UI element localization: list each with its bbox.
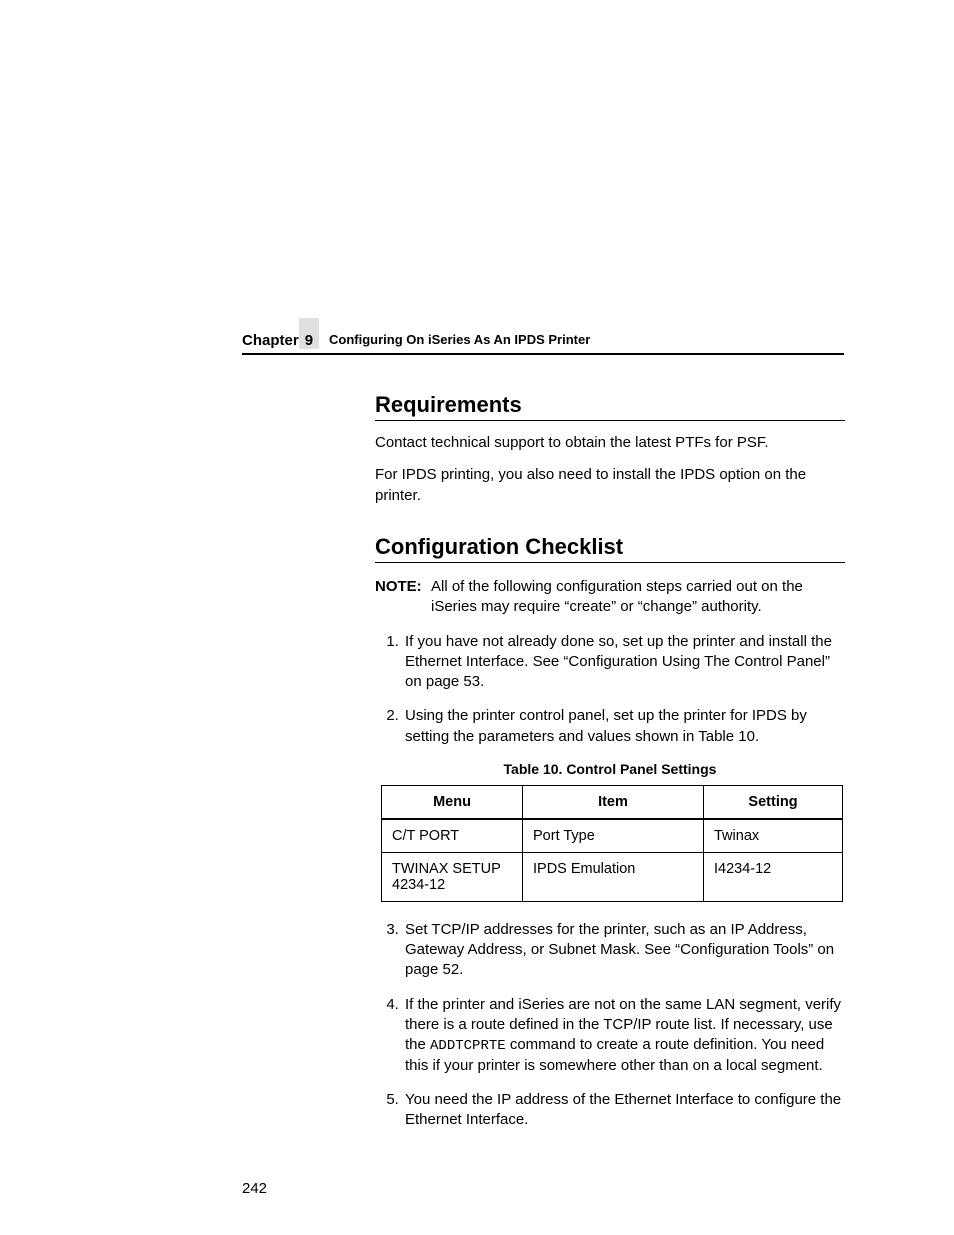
content-area: Requirements Contact technical support t…: [375, 392, 845, 1145]
table-header-setting: Setting: [704, 785, 843, 819]
step-4-command: ADDTCPRTE: [430, 1038, 506, 1054]
step-4: If the printer and iSeries are not on th…: [403, 995, 845, 1077]
table-cell-setting: Twinax: [704, 819, 843, 853]
table-row: C/T PORT Port Type Twinax: [382, 819, 843, 853]
step-2: Using the printer control panel, set up …: [403, 706, 845, 747]
page-number: 242: [242, 1180, 267, 1197]
table-cell-setting: I4234-12: [704, 852, 843, 901]
table-cell-menu: C/T PORT: [382, 819, 523, 853]
table-cell-menu: TWINAX SETUP 4234-12: [382, 852, 523, 901]
note-label: NOTE:: [375, 578, 422, 595]
step-1: If you have not already done so, set up …: [403, 632, 845, 693]
note-text: All of the following configuration steps…: [375, 577, 845, 618]
checklist-steps: If you have not already done so, set up …: [375, 632, 845, 747]
table-row: TWINAX SETUP 4234-12 IPDS Emulation I423…: [382, 852, 843, 901]
requirements-paragraph-1: Contact technical support to obtain the …: [375, 433, 845, 453]
chapter-label: Chapter: [242, 332, 299, 349]
table-cell-item: IPDS Emulation: [523, 852, 704, 901]
table-header-item: Item: [523, 785, 704, 819]
requirements-paragraph-2: For IPDS printing, you also need to inst…: [375, 465, 845, 506]
section-heading-requirements: Requirements: [375, 392, 845, 421]
chapter-number: 9: [299, 318, 319, 349]
control-panel-settings-table: Menu Item Setting C/T PORT Port Type Twi…: [381, 785, 843, 902]
document-page: Chapter 9 Configuring On iSeries As An I…: [0, 0, 954, 1235]
table-header-menu: Menu: [382, 785, 523, 819]
table-cell-item: Port Type: [523, 819, 704, 853]
chapter-header: Chapter 9 Configuring On iSeries As An I…: [242, 332, 844, 355]
checklist-steps-continued: Set TCP/IP addresses for the printer, su…: [375, 920, 845, 1131]
table-caption: Table 10. Control Panel Settings: [375, 761, 845, 777]
table-header-row: Menu Item Setting: [382, 785, 843, 819]
note-block: NOTE: All of the following configuration…: [375, 577, 845, 618]
step-3: Set TCP/IP addresses for the printer, su…: [403, 920, 845, 981]
chapter-title: Configuring On iSeries As An IPDS Printe…: [329, 332, 590, 349]
section-heading-checklist: Configuration Checklist: [375, 534, 845, 563]
step-5: You need the IP address of the Ethernet …: [403, 1090, 845, 1131]
